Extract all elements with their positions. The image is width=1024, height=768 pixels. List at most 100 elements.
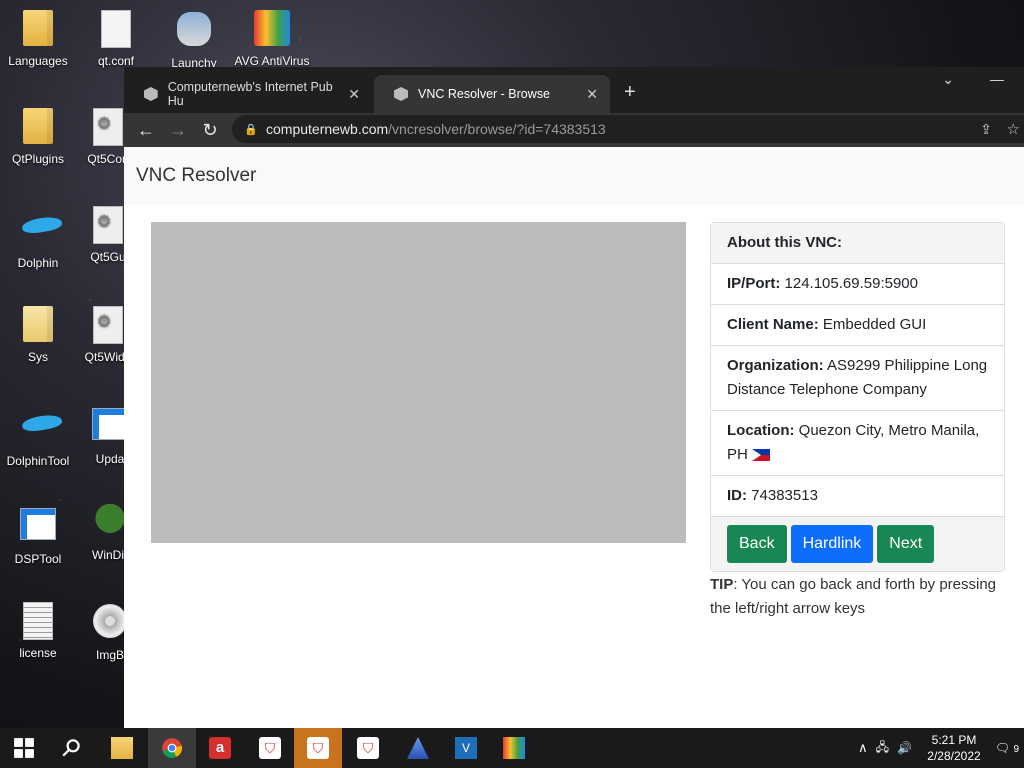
minimize-icon[interactable]: — [990, 71, 1004, 88]
tree-icon [95, 504, 125, 540]
network-icon[interactable]: 🖧 [876, 738, 889, 759]
next-button[interactable]: Next [877, 525, 935, 563]
desktop-icon-dolphintool[interactable]: DolphinTool [0, 404, 76, 468]
new-tab-icon[interactable]: + [624, 81, 636, 104]
site-brand[interactable]: VNC Resolver [136, 165, 256, 187]
taskbar-chrome[interactable] [148, 728, 196, 768]
browser-window: Computernewb's Internet Pub Hu ✕ VNC Res… [124, 67, 1024, 728]
icon-label: Languages [8, 54, 68, 68]
avg-icon [503, 737, 525, 759]
shield-icon: ⛉ [357, 737, 379, 759]
tab-vnc-resolver[interactable]: VNC Resolver - Browse ✕ [374, 75, 610, 113]
taskbar-shield-app-2[interactable]: ⛉ [294, 728, 342, 768]
favicon-icon [394, 87, 408, 101]
dolphin-icon [20, 212, 64, 240]
ip-port-row: IP/Port: 124.105.69.59:5900 [711, 264, 1004, 305]
taskbar-shield-app-1[interactable]: ⛉ [246, 728, 294, 768]
taskbar-file-explorer[interactable] [98, 728, 146, 768]
client-name-value: Embedded GUI [822, 316, 927, 333]
icon-label: Sys [27, 350, 48, 364]
settings-file-icon [93, 206, 123, 244]
id-label: ID: [727, 487, 747, 504]
url-domain: computernewb.com [266, 121, 389, 137]
address-bar[interactable]: 🔒 computernewb.com/vncresolver/browse/?i… [232, 115, 1024, 143]
tip-label: TIP [710, 576, 734, 593]
web-page: VNC Resolver About this VNC: IP/Port: 12… [124, 147, 1024, 728]
back-arrow-icon[interactable]: ← [130, 120, 162, 141]
organization-label: Organization: [727, 357, 824, 374]
volume-icon[interactable]: 🔊 [897, 741, 912, 755]
id-value: 74383513 [751, 487, 818, 504]
application-icon [20, 508, 56, 540]
avira-icon: a [209, 737, 231, 759]
desktop-icon-qt-conf[interactable]: qt.conf [78, 10, 154, 68]
notification-count: 9 [1013, 744, 1020, 755]
icon-label: AVG AntiVirus [234, 54, 310, 68]
desktop-icon-sys[interactable]: Sys [0, 306, 76, 364]
search-button[interactable] [48, 728, 96, 768]
disc-icon [93, 604, 127, 638]
chevron-up-icon[interactable]: ∧ [858, 740, 868, 756]
icon-label: DolphinTool [6, 454, 70, 468]
back-button[interactable]: Back [727, 525, 787, 563]
tab-computernewb-pub[interactable]: Computernewb's Internet Pub Hu ✕ [124, 75, 372, 113]
client-name-row: Client Name: Embedded GUI [711, 305, 1004, 346]
blue-drop-icon [407, 737, 429, 759]
notification-icon: 🗨 [994, 741, 1011, 755]
settings-file-icon [93, 306, 123, 344]
ip-port-label: IP/Port: [727, 275, 781, 292]
folder-icon [23, 306, 53, 342]
location-label: Location: [727, 422, 795, 439]
close-tab-icon[interactable]: ✕ [348, 86, 360, 103]
id-row: ID: 74383513 [711, 476, 1004, 517]
bookmark-star-icon[interactable]: ☆ [1007, 120, 1020, 138]
taskbar-avira[interactable]: a [196, 728, 244, 768]
favicon-icon [144, 87, 158, 101]
launchy-icon [177, 12, 211, 46]
system-tray: ∧ 🖧 🔊 5:21 PM 2/28/2022 🗨 9 [858, 728, 1024, 768]
card-header: About this VNC: [711, 223, 1004, 264]
desktop-icon-dolphin[interactable]: Dolphin [0, 206, 76, 270]
folder-icon [23, 10, 53, 46]
avg-icon [254, 10, 290, 46]
ip-port-value: 124.105.69.59:5900 [784, 275, 918, 292]
taskbar-shield-app-3[interactable]: ⛉ [344, 728, 392, 768]
location-row: Location: Quezon City, Metro Manila, PH [711, 411, 1004, 476]
windows-logo-icon [14, 738, 34, 758]
desktop-icon-license[interactable]: license [0, 602, 76, 660]
clock-date: 2/28/2022 [927, 749, 981, 763]
taskbar-avg[interactable] [490, 728, 538, 768]
philippines-flag-icon [752, 449, 771, 462]
icon-label: Dolphin [17, 256, 59, 270]
desktop-icon-languages[interactable]: Languages [0, 10, 76, 68]
clock[interactable]: 5:21 PM 2/28/2022 [918, 732, 990, 764]
url-path: /vncresolver/browse/?id=74383513 [388, 121, 606, 137]
vnc-info-card: About this VNC: IP/Port: 124.105.69.59:5… [710, 222, 1005, 572]
browser-toolbar: ← → ↻ 🔒 computernewb.com/vncresolver/bro… [124, 113, 1024, 147]
client-name-label: Client Name: [727, 316, 819, 333]
desktop-icon-launchy[interactable]: Launchy [156, 10, 232, 70]
lock-icon: 🔒 [244, 123, 258, 136]
tab-title: Computernewb's Internet Pub Hu [167, 80, 333, 108]
close-tab-icon[interactable]: ✕ [586, 86, 598, 103]
reload-icon[interactable]: ↻ [194, 120, 226, 141]
icon-label: QtPlugins [11, 152, 65, 166]
icon-label: DSPTool [14, 552, 62, 566]
tab-search-icon[interactable]: ⌄ [942, 71, 954, 88]
desktop-icon-qtplugins[interactable]: QtPlugins [0, 108, 76, 166]
desktop-icon-dsptool[interactable]: DSPTool [0, 504, 76, 566]
notification-center-button[interactable]: 🗨 9 [990, 741, 1024, 755]
start-button[interactable] [0, 728, 48, 768]
desktop-icon-avg-antivirus[interactable]: AVG AntiVirus [234, 10, 310, 68]
hardlink-button[interactable]: Hardlink [790, 525, 874, 563]
tab-strip: Computernewb's Internet Pub Hu ✕ VNC Res… [124, 67, 1024, 113]
shield-icon: ⛉ [307, 737, 329, 759]
settings-file-icon [93, 108, 123, 146]
icon-label: qt.conf [97, 54, 135, 68]
share-icon[interactable]: ⇪ [980, 121, 992, 138]
taskbar-blue-app[interactable] [394, 728, 442, 768]
forward-arrow-icon[interactable]: → [162, 120, 194, 141]
folder-icon [23, 108, 53, 144]
vnc-screenshot-preview [151, 222, 686, 543]
taskbar-vc-app[interactable]: V [442, 728, 490, 768]
